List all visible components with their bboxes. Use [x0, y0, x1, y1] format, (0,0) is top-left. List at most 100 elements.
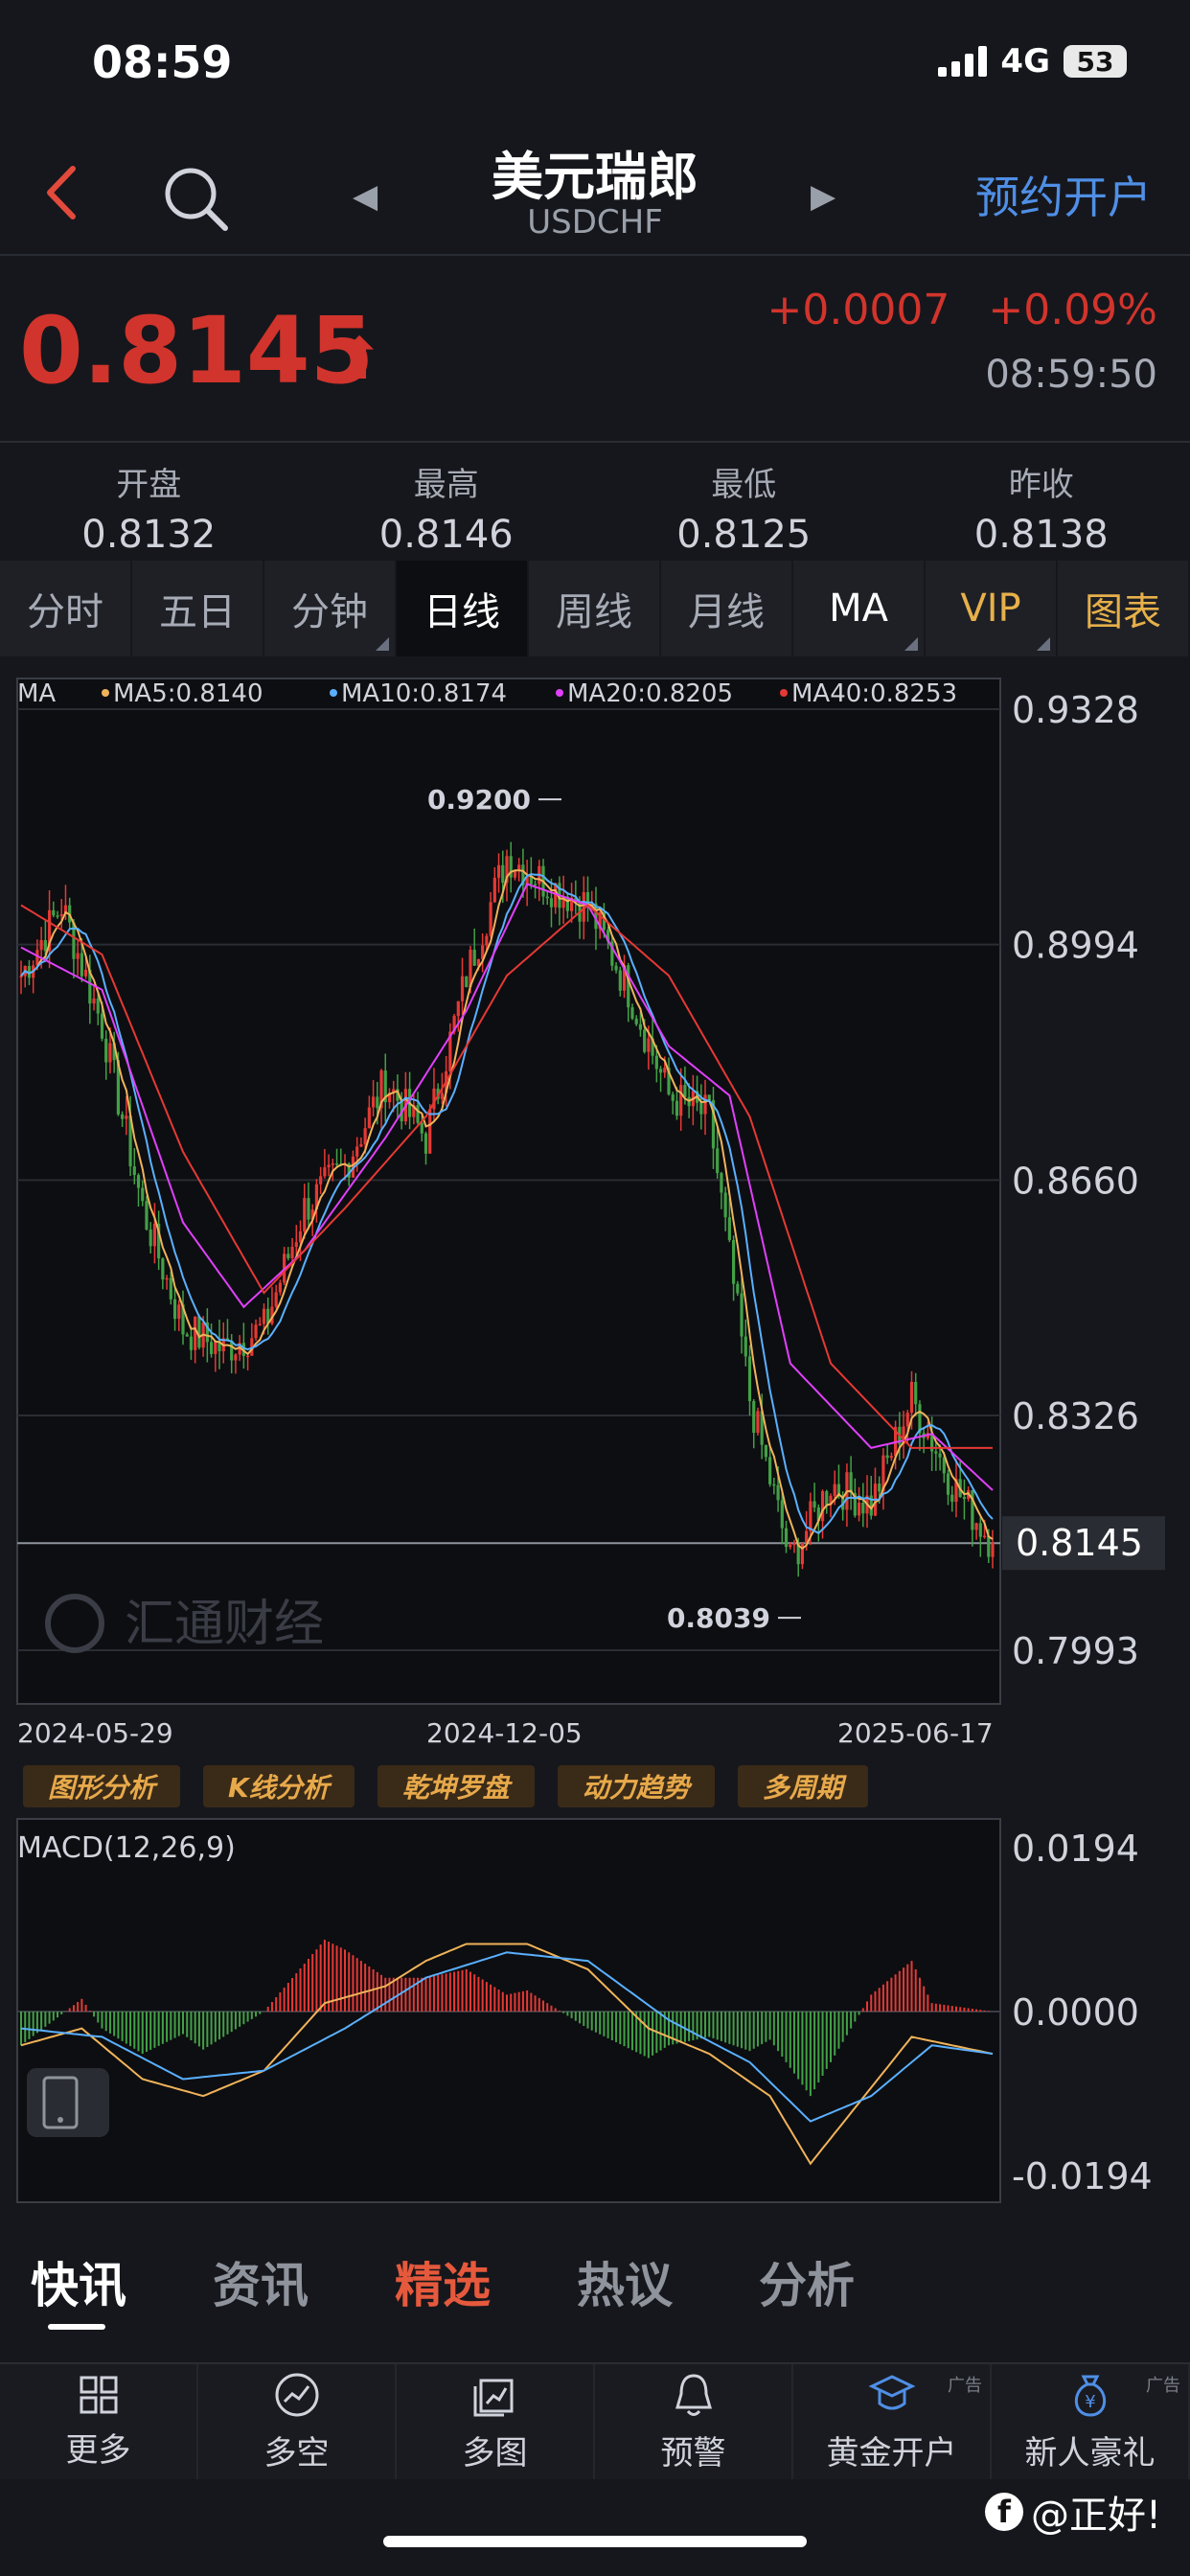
candle-body	[747, 1356, 752, 1402]
tool-pattern-analysis[interactable]: 图形分析	[23, 1765, 181, 1807]
candle-body	[376, 1096, 379, 1109]
tool-momentum[interactable]: 动力趋势	[557, 1765, 715, 1807]
candle-body	[699, 1102, 703, 1115]
candle-body	[549, 898, 554, 908]
candle-body	[274, 1292, 278, 1307]
tab-weekly[interactable]: 周线	[529, 561, 661, 656]
news-tab-info[interactable]: 资讯	[213, 2247, 309, 2316]
candle-body	[533, 884, 538, 886]
candle-body	[80, 953, 83, 977]
tab-ma[interactable]: MA	[793, 561, 926, 656]
logo-icon: f	[984, 2493, 1023, 2531]
multi-chart-icon	[473, 2379, 513, 2416]
candle-body	[720, 1173, 723, 1193]
candle-body	[323, 1167, 327, 1177]
bottom-alert[interactable]: 预警	[595, 2364, 793, 2479]
candle-body	[132, 1166, 136, 1176]
bottom-gold-account[interactable]: 广告 黄金开户	[793, 2364, 992, 2479]
candle-body	[197, 1316, 201, 1348]
prev-symbol-button[interactable]: ◀	[353, 177, 378, 216]
next-symbol-button[interactable]: ▶	[811, 177, 835, 216]
low-label: 0.8039	[667, 1602, 770, 1634]
candle-body	[104, 1038, 108, 1063]
candle-body	[878, 1484, 881, 1492]
ohlc-label: 最低	[711, 466, 777, 504]
candle-body	[76, 953, 80, 959]
candle-body	[889, 1456, 893, 1459]
legend-entry: MA40:0.8253	[791, 679, 957, 708]
candle-body	[638, 1024, 643, 1030]
candle-body	[772, 1484, 776, 1486]
tool-multi-period[interactable]: 多周期	[737, 1765, 868, 1807]
candle-body	[286, 1254, 290, 1258]
candle-body	[262, 1308, 266, 1324]
candle-body	[630, 1007, 634, 1019]
news-tab-featured[interactable]: 精选	[395, 2247, 491, 2316]
search-button[interactable]	[158, 161, 235, 238]
x-tick-label: 2024-05-29	[17, 1717, 173, 1749]
bottom-long-short[interactable]: 多空	[198, 2364, 397, 2479]
candle-body	[780, 1500, 784, 1529]
candle-body	[234, 1354, 238, 1361]
candle-body	[978, 1523, 982, 1537]
candle-body	[303, 1198, 307, 1231]
y-tick-label: 0.8994	[1012, 925, 1139, 967]
price-chart[interactable]: 汇通财经 MA MA5:0.8140 MA10:0.8174 MA20:0.8205…	[0, 671, 1190, 2204]
candle-body	[679, 1085, 683, 1116]
tab-five-day[interactable]: 五日	[132, 561, 264, 656]
macd-tick-label: -0.0194	[1012, 2155, 1153, 2197]
current-price: 0.8145	[19, 297, 375, 404]
candle-body	[727, 1217, 731, 1240]
ohlc-high: 最高 0.8146	[298, 443, 596, 558]
tab-minute[interactable]: 分钟	[264, 561, 397, 656]
candle-body	[756, 1411, 760, 1434]
candle-body	[654, 1055, 658, 1070]
candle-body	[152, 1223, 157, 1247]
bottom-label: 多空	[263, 2433, 330, 2472]
bottom-new-user-gift[interactable]: 广告 ¥ 新人豪礼	[992, 2364, 1190, 2479]
fullscreen-icon[interactable]	[27, 2068, 109, 2137]
svg-text:¥: ¥	[1085, 2392, 1095, 2412]
bottom-more[interactable]: 更多	[0, 2364, 198, 2479]
candle-body	[914, 1382, 918, 1405]
candle-body	[161, 1258, 165, 1280]
candle-body	[485, 935, 489, 946]
corner-watermark: f @正好!	[984, 2484, 1161, 2540]
bell-icon	[675, 2373, 712, 2416]
candle-body	[820, 1491, 825, 1522]
tab-intraday[interactable]: 分时	[0, 561, 132, 656]
tool-compass[interactable]: 乾坤罗盘	[377, 1765, 535, 1807]
tab-vip[interactable]: VIP	[926, 561, 1058, 656]
bottom-multi-chart[interactable]: 多图	[397, 2364, 595, 2479]
tab-daily[interactable]: 日线	[397, 561, 529, 656]
tab-chart[interactable]: 图表	[1058, 561, 1190, 656]
back-button[interactable]	[38, 159, 96, 226]
candle-body	[371, 1096, 376, 1108]
candle-body	[19, 976, 23, 978]
quote-time: 08:59:50	[985, 353, 1157, 397]
news-tab-discussion[interactable]: 热议	[577, 2247, 673, 2316]
tab-monthly[interactable]: 月线	[661, 561, 793, 656]
ohlc-row: 开盘 0.8132 最高 0.8146 最低 0.8125 昨收 0.8138	[0, 441, 1190, 558]
page-title: 美元瑞郎	[492, 147, 698, 207]
candle-body	[307, 1198, 310, 1220]
news-tab-flash[interactable]: 快讯	[31, 2247, 126, 2316]
candle-body	[489, 902, 492, 936]
reserve-account-link[interactable]: 预约开户	[975, 163, 1152, 226]
ohlc-label: 最高	[413, 466, 479, 504]
candle-body	[950, 1494, 954, 1503]
candle-body	[108, 1043, 112, 1063]
mortarboard-icon	[868, 2374, 915, 2409]
news-tab-analysis[interactable]: 分析	[759, 2247, 855, 2316]
ohlc-value: 0.8138	[973, 513, 1109, 557]
candle-body	[675, 1100, 679, 1116]
bottom-label: 多图	[462, 2433, 528, 2472]
candle-body	[359, 1143, 363, 1147]
candle-body	[84, 969, 88, 977]
candle-body	[663, 1068, 667, 1073]
candle-body	[627, 965, 630, 1008]
signal-icon	[938, 46, 988, 77]
tool-kline-analysis[interactable]: K线分析	[203, 1765, 355, 1807]
home-indicator[interactable]	[383, 2536, 807, 2547]
candle-body	[136, 1175, 141, 1188]
